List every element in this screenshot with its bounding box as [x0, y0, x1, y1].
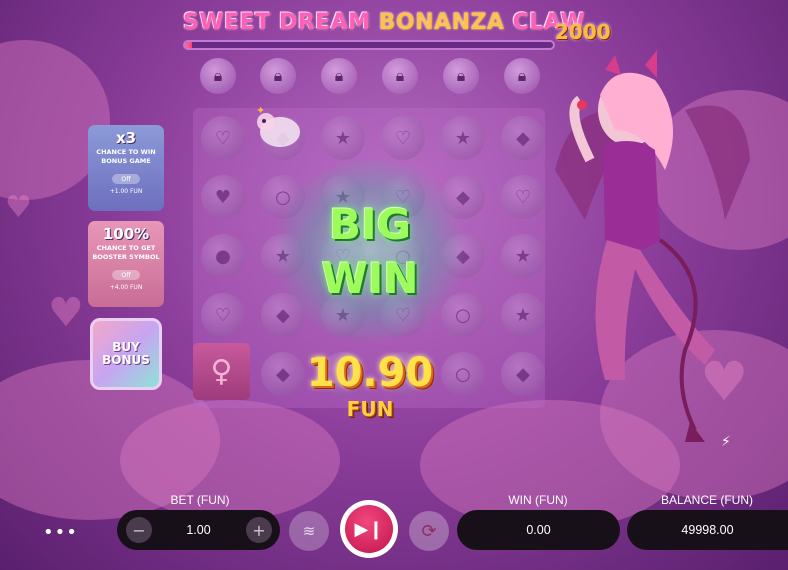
progress-bar [183, 40, 555, 50]
balance-label: BALANCE (FUN) [660, 493, 753, 507]
win-amount: 10.90 [306, 350, 434, 396]
reel-symbol: ♡ [501, 175, 545, 219]
reel-symbol: ● [201, 234, 245, 278]
padlock-icon: 🔒︎ [260, 58, 296, 94]
padlock-icon: 🔒︎ [321, 58, 357, 94]
win-value: 0.00 [526, 523, 551, 537]
autoplay-button[interactable]: ⟳ [409, 511, 449, 551]
bet-value: 1.00 [186, 523, 211, 537]
lightning-icon[interactable]: ⚡︎ [721, 434, 731, 450]
plus-icon: + [252, 520, 266, 540]
bonus-chance-cost: +1.00 FUN [109, 188, 143, 195]
game-scene: ♥ ♥ ♥ SWEET DREAM BONANZA CLAW 2000 🔒︎ 🔒… [0, 0, 788, 570]
padlock-icon: 🔒︎ [443, 58, 479, 94]
booster-chance-toggle[interactable]: Off [112, 270, 140, 280]
bet-decrease-button[interactable]: − [126, 517, 152, 543]
booster-chance-panel[interactable]: 100% CHANCE TO GET BOOSTER SYMBOL Off +4… [88, 221, 164, 307]
title-suffix: 2000 [555, 20, 611, 44]
reel-symbol: ★ [441, 116, 485, 160]
heart-decoration-icon: ♥ [5, 190, 32, 225]
spin-button[interactable]: ▶︎❙ [340, 500, 398, 558]
bet-increase-button[interactable]: + [246, 517, 272, 543]
booster-chance-headline: 100% [102, 225, 150, 243]
win-display: 0.00 [457, 510, 620, 550]
ellipsis-icon: ••• [43, 522, 78, 543]
coin-stack-icon: ≋ [302, 522, 316, 540]
reel-symbol: ♡ [381, 116, 425, 160]
play-next-icon: ▶︎❙ [345, 505, 393, 553]
booster-chance-cost: +4.00 FUN [109, 284, 143, 291]
heart-decoration-icon: ♥ [48, 290, 84, 336]
big-win-line-2: WIN [321, 254, 419, 303]
padlock-icon: 🔒︎ [382, 58, 418, 94]
reel-symbol: ★ [501, 293, 545, 337]
sheep-character-icon: ✦ [256, 104, 300, 147]
reel-symbol: ♡ [201, 116, 245, 160]
win-currency: FUN [346, 397, 394, 421]
bonus-chance-toggle[interactable]: Off [112, 174, 140, 184]
padlock-icon: 🔒︎ [200, 58, 236, 94]
reel-symbol: ★ [321, 116, 365, 160]
reel-symbol: ◆ [501, 116, 545, 160]
bonus-chance-headline: x3 [115, 129, 137, 147]
bet-label: BET (FUN) [170, 493, 230, 507]
big-win-line-1: BIG [328, 200, 412, 249]
devil-girl-character [555, 50, 750, 442]
reel-symbol: ◆ [501, 352, 545, 396]
reel-symbol: ♡ [201, 293, 245, 337]
coin-stack-button[interactable]: ≋ [289, 511, 329, 551]
balance-display: 49998.00 [627, 510, 788, 550]
bonus-chance-panel[interactable]: x3 CHANCE TO WIN BONUS GAME Off +1.00 FU… [88, 125, 164, 211]
reel-symbol: ★ [501, 234, 545, 278]
balance-value: 49998.00 [681, 523, 734, 537]
buy-bonus-button[interactable]: BUY BONUS [90, 318, 162, 390]
padlock-icon: 🔒︎ [504, 58, 540, 94]
svg-text:✦: ✦ [256, 104, 265, 117]
title-part-1: SWEET DREAM [183, 10, 371, 35]
female-symbol-tile: ♀ [193, 343, 250, 400]
menu-button[interactable]: ••• [43, 522, 78, 543]
reel-symbol: ♥ [201, 175, 245, 219]
autoplay-icon: ⟳ [421, 520, 437, 542]
win-label: WIN (FUN) [508, 493, 568, 507]
progress-fill [185, 42, 193, 48]
title-part-2: BONANZA [378, 10, 505, 35]
game-title-text: SWEET DREAM BONANZA CLAW [183, 10, 585, 35]
minus-icon: − [132, 520, 146, 540]
bonus-chance-description: CHANCE TO WIN BONUS GAME [96, 148, 156, 165]
win-glow [270, 160, 470, 340]
booster-chance-description: CHANCE TO GET BOOSTER SYMBOL [92, 244, 160, 261]
